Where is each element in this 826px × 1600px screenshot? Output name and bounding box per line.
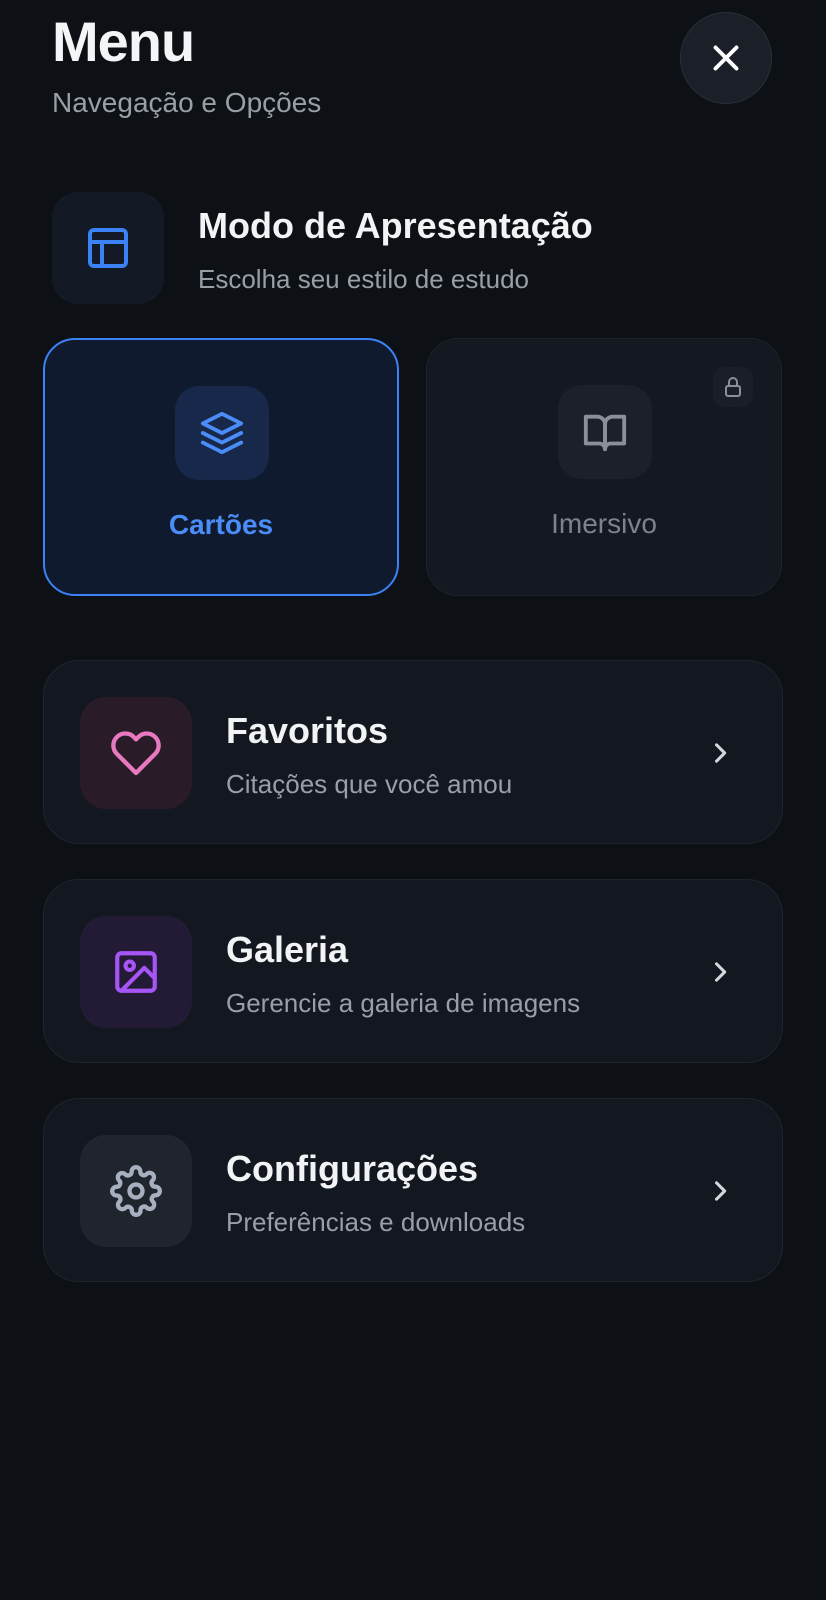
close-button[interactable] [680,12,772,104]
menu-item-galeria[interactable]: Galeria Gerencie a galeria de imagens [43,879,783,1063]
book-open-icon-container [558,385,652,479]
menu-item-subtitle: Citações que você amou [226,769,513,799]
chevron-right-icon [704,956,736,988]
section-title: Modo de Apresentação [198,205,593,246]
gear-icon-container [80,1135,192,1247]
menu-item-title: Galeria [226,929,349,970]
mode-option-cartoes[interactable]: Cartões [43,338,399,596]
menu-item-subtitle: Gerencie a galeria de imagens [226,988,581,1018]
menu-item-title: Configurações [226,1148,479,1189]
lock-icon [725,377,741,397]
chevron-right-icon [704,1175,736,1207]
menu-item-subtitle: Preferências e downloads [226,1207,526,1237]
layout-icon [88,228,128,268]
mode-option-imersivo[interactable]: Imersivo [426,338,782,596]
page-subtitle: Navegação e Opções [52,87,322,118]
heart-icon [111,731,161,776]
gear-icon [110,1165,162,1217]
layers-icon-container [175,386,269,480]
layout-icon-container [52,192,164,304]
image-icon-container [80,916,192,1028]
mode-option-label: Cartões [168,509,274,540]
menu-item-favoritos[interactable]: Favoritos Citações que você amou [43,660,783,844]
layers-icon [200,411,244,455]
lock-badge [713,367,753,407]
heart-icon-container [80,697,192,809]
section-subtitle: Escolha seu estilo de estudo [198,264,529,294]
menu-item-configuracoes[interactable]: Configurações Preferências e downloads [43,1098,783,1282]
menu-item-title: Favoritos [226,710,389,751]
mode-option-label: Imersivo [551,508,657,539]
chevron-right-icon [704,737,736,769]
book-open-icon [583,414,627,452]
close-icon [713,45,739,71]
page-title: Menu [52,10,195,73]
image-icon [115,951,157,993]
